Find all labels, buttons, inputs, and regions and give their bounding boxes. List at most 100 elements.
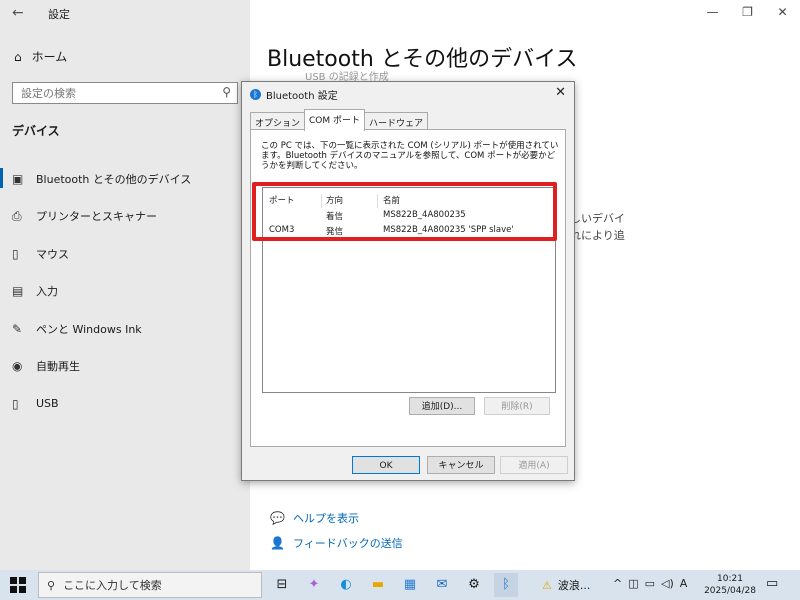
list-header: ポート 方向 名前: [263, 194, 555, 208]
taskbar: ⚲ ここに入力して検索 ⊟ ✦ ◐ ▬ ▦ ✉ ⚙ ᛒ ⚠ 波浪... ^ ◫ …: [0, 570, 800, 600]
copilot-icon[interactable]: ✦: [302, 573, 326, 597]
dialog-title-bar: ᛒ Bluetooth 設定: [250, 87, 338, 102]
delete-button[interactable]: 削除(R): [484, 397, 550, 415]
windows-start-icon[interactable]: [10, 577, 26, 593]
help-label: ヘルプを表示: [292, 512, 359, 525]
com-port-list[interactable]: ポート 方向 名前 着信 MS822B_4A800235 COM3 発信 MS8…: [262, 187, 556, 393]
ime-indicator[interactable]: A: [680, 577, 688, 590]
column-divider[interactable]: [377, 194, 378, 208]
home-link[interactable]: ⌂ ホーム: [14, 48, 67, 65]
taskbar-search-placeholder: ここに入力して検索: [63, 579, 162, 592]
table-row[interactable]: 着信 MS822B_4A800235: [263, 210, 555, 222]
keyboard-icon: ▤: [12, 284, 24, 299]
edge-browser-icon[interactable]: ◐: [334, 573, 358, 597]
sidebar-item-usb[interactable]: ▯ USB: [0, 385, 250, 423]
dialog-tabs: オプション COM ポート ハードウェア: [250, 109, 429, 131]
apply-button[interactable]: 適用(A): [500, 456, 568, 474]
cell-direction: 着信: [326, 212, 344, 222]
com-port-panel: この PC では、下の一覧に表示された COM (シリアル) ポートが使用されて…: [250, 129, 566, 447]
sidebar-nav: ▣ Bluetooth とその他のデバイス ⎙ プリンターとスキャナー ▯ マウ…: [0, 160, 250, 423]
clock[interactable]: 10:21 2025/04/28: [704, 573, 756, 597]
task-view-icon[interactable]: ⊟: [270, 573, 294, 597]
background-text-line: れにより追: [570, 229, 625, 242]
com-port-description: この PC では、下の一覧に表示された COM (シリアル) ポートが使用されて…: [261, 141, 559, 171]
sidebar-item-printers[interactable]: ⎙ プリンターとスキャナー: [0, 198, 250, 236]
cell-name: MS822B_4A800235 'SPP slave': [383, 225, 514, 235]
notification-icon[interactable]: ▭: [766, 576, 778, 591]
feedback-icon: 👤: [270, 536, 285, 550]
settings-search-input[interactable]: [13, 83, 219, 103]
bluetooth-icon: ᛒ: [250, 89, 261, 100]
cell-direction: 発信: [326, 227, 344, 237]
weather-label: 波浪...: [557, 579, 591, 592]
sidebar-item-pen[interactable]: ✎ ペンと Windows Ink: [0, 310, 250, 348]
window-controls: — ❐ ✕: [695, 0, 800, 24]
sidebar-item-label: Bluetooth とその他のデバイス: [36, 172, 192, 186]
back-arrow-icon[interactable]: ←: [12, 5, 24, 21]
clock-time: 10:21: [717, 574, 743, 584]
maximize-icon[interactable]: ❐: [730, 0, 765, 24]
sidebar-item-mouse[interactable]: ▯ マウス: [0, 235, 250, 273]
warning-icon: ⚠: [542, 578, 552, 592]
bluetooth-icon[interactable]: ᛒ: [494, 573, 518, 597]
dialog-title: Bluetooth 設定: [266, 91, 338, 102]
table-row[interactable]: COM3 発信 MS822B_4A800235 'SPP slave': [263, 225, 555, 237]
home-label: ホーム: [31, 50, 68, 64]
sidebar-item-label: プリンターとスキャナー: [36, 210, 157, 224]
sidebar-item-label: 自動再生: [36, 360, 80, 374]
chevron-up-icon[interactable]: ^: [613, 577, 622, 590]
ok-button[interactable]: OK: [352, 456, 420, 474]
settings-gear-icon[interactable]: ⚙: [462, 573, 486, 597]
column-header-port[interactable]: ポート: [269, 194, 295, 206]
bluetooth-devices-icon: ▣: [12, 171, 24, 186]
cell-port: COM3: [269, 225, 295, 235]
feedback-label: フィードバックの送信: [292, 537, 403, 550]
sidebar-item-input[interactable]: ▤ 入力: [0, 273, 250, 311]
minimize-icon[interactable]: —: [695, 0, 730, 24]
help-link[interactable]: 💬 ヘルプを表示: [270, 510, 359, 526]
bluetooth-settings-dialog: ᛒ Bluetooth 設定 ✕ オプション COM ポート ハードウェア この…: [241, 81, 575, 481]
column-header-name[interactable]: 名前: [383, 194, 400, 206]
sidebar-item-label: 入力: [36, 285, 58, 299]
cell-name: MS822B_4A800235: [383, 210, 466, 220]
network-icon[interactable]: ▭: [645, 577, 655, 590]
weather-widget[interactable]: ⚠ 波浪...: [542, 577, 590, 593]
search-icon: ⚲: [47, 578, 56, 592]
column-divider[interactable]: [321, 194, 322, 208]
camera-icon[interactable]: ◫: [628, 577, 638, 590]
cancel-button[interactable]: キャンセル: [427, 456, 495, 474]
volume-icon[interactable]: ◁): [661, 577, 674, 590]
file-explorer-icon[interactable]: ▬: [366, 573, 390, 597]
settings-search-box[interactable]: ⚲: [12, 82, 238, 104]
sidebar-item-label: ペンと Windows Ink: [36, 322, 142, 336]
clock-date: 2025/04/28: [704, 586, 756, 596]
background-text-line: しいデバイ: [570, 212, 625, 225]
home-icon: ⌂: [14, 49, 22, 64]
autoplay-icon: ◉: [12, 359, 23, 374]
settings-sidebar: ← 設定 ⌂ ホーム ⚲ デバイス ▣ Bluetooth とその他のデバイス …: [0, 0, 250, 570]
help-icon: 💬: [270, 511, 285, 525]
section-title: デバイス: [12, 124, 60, 138]
pen-icon: ✎: [12, 321, 23, 336]
add-button[interactable]: 追加(D)...: [409, 397, 475, 415]
usb-icon: ▯: [12, 396, 19, 411]
tab-com-port[interactable]: COM ポート: [304, 109, 366, 131]
window-title: 設定: [48, 8, 70, 21]
sidebar-item-autoplay[interactable]: ◉ 自動再生: [0, 348, 250, 386]
close-icon[interactable]: ✕: [765, 0, 800, 24]
mouse-icon: ▯: [12, 246, 19, 261]
search-icon[interactable]: ⚲: [222, 85, 231, 99]
taskbar-pinned-apps: ⊟ ✦ ◐ ▬ ▦ ✉ ⚙ ᛒ: [270, 573, 518, 597]
printer-icon: ⎙: [12, 208, 22, 223]
dialog-close-icon[interactable]: ✕: [555, 85, 566, 100]
sidebar-item-bluetooth[interactable]: ▣ Bluetooth とその他のデバイス: [0, 160, 250, 198]
background-description: しいデバイ れにより追: [570, 210, 625, 244]
column-header-direction[interactable]: 方向: [326, 194, 343, 206]
mail-icon[interactable]: ✉: [430, 573, 454, 597]
sidebar-item-label: USB: [36, 397, 59, 411]
system-tray: ^ ◫ ▭ ◁) A: [613, 577, 687, 590]
taskbar-search-box[interactable]: ⚲ ここに入力して検索: [38, 572, 262, 598]
feedback-link[interactable]: 👤 フィードバックの送信: [270, 535, 403, 551]
sidebar-item-label: マウス: [36, 247, 69, 261]
store-icon[interactable]: ▦: [398, 573, 422, 597]
